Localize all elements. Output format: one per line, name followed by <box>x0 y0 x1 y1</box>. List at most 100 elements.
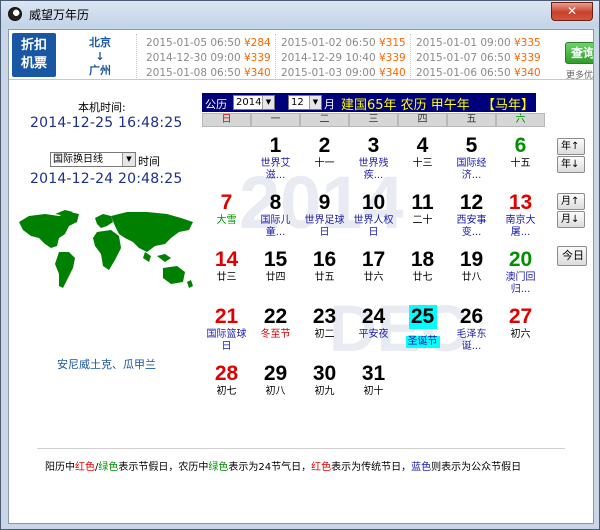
chevron-down-icon[interactable]: ▼ <box>122 153 135 166</box>
day-cell[interactable]: 20 澳门回归... <box>496 244 545 301</box>
weekday-saturday: 六 <box>496 113 545 127</box>
day-cell[interactable]: 9 世界足球日 <box>300 187 349 244</box>
day-cell[interactable]: 23 初二 <box>300 301 349 358</box>
flight-item: 2015-01-02 06:50 ¥315 <box>281 36 406 51</box>
day-cell[interactable]: 10 世界人权日 <box>349 187 398 244</box>
more-deals-link[interactable]: 更多优惠 <box>566 68 593 79</box>
day-number: 1 <box>269 134 282 157</box>
day-cell[interactable]: 5 国际经济... <box>447 130 496 187</box>
month-select[interactable]: 12 ▼ <box>288 95 322 110</box>
calendar-type-label: 公历 <box>205 98 227 111</box>
day-lunar-label: 廿三 <box>216 272 237 283</box>
day-lunar-label: 廿四 <box>265 272 286 283</box>
day-cell[interactable]: 13 南京大屠... <box>496 187 545 244</box>
flight-ticket-ad[interactable]: 折扣 机票 北京 ↓ 广州 2015-01-05 06:50 ¥284 2014… <box>9 30 593 80</box>
day-cell[interactable]: 6 十五 <box>496 130 545 187</box>
next-year-button[interactable]: 年↓ <box>557 156 585 173</box>
timezone-select[interactable]: 国际换日线 ▼ <box>50 152 136 167</box>
day-cell[interactable]: 2 十一 <box>300 130 349 187</box>
window-title: 威望万年历 <box>29 8 90 22</box>
prev-year-button[interactable]: 年↑ <box>557 138 585 155</box>
flight-price: ¥340 <box>513 67 541 79</box>
day-cell[interactable]: 25 圣诞节 <box>398 301 447 358</box>
day-lunar-label: 初八 <box>265 386 286 397</box>
flight-column-2[interactable]: 2015-01-02 06:50 ¥315 2014-12-29 10:40 ¥… <box>281 36 406 79</box>
day-number: 2 <box>318 134 331 157</box>
flight-time: 2014-12-29 10:40 <box>281 52 376 64</box>
day-lunar-label: 初十 <box>363 386 384 397</box>
day-number: 29 <box>263 362 288 385</box>
close-button[interactable]: ✕ <box>551 2 593 21</box>
title-bar[interactable]: 威望万年历 ✕ <box>1 1 599 27</box>
local-time-value: 2014-12-25 16:48:25 <box>30 115 183 131</box>
day-cell[interactable]: 24 平安夜 <box>349 301 398 358</box>
day-cell[interactable]: 19 廿八 <box>447 244 496 301</box>
day-cell[interactable]: 14 廿三 <box>202 244 251 301</box>
day-lunar-label: 廿六 <box>363 272 384 283</box>
flight-time: 2015-01-05 06:50 <box>146 37 241 49</box>
day-number: 7 <box>220 191 233 214</box>
client-area: 折扣 机票 北京 ↓ 广州 2015-01-05 06:50 ¥284 2014… <box>8 29 594 524</box>
calendar-grid: 1 世界艾滋... 2 十一 3 世界残疾... 4 十三 5 国际经济... 6 十五 7 大雪 8 国际儿… <box>202 130 548 420</box>
flight-item: 2014-12-30 09:00 ¥339 <box>146 51 271 66</box>
day-cell[interactable]: 12 西安事变... <box>447 187 496 244</box>
year-value: 2014 <box>236 97 262 108</box>
day-lunar-label: 廿五 <box>314 272 335 283</box>
day-number: 11 <box>411 191 434 214</box>
color-legend: 阳历中红色/绿色表示节假日，农历中绿色表示为24节气日，红色表示为传统节日，蓝色… <box>45 458 521 473</box>
day-cell[interactable]: 29 初八 <box>251 358 300 415</box>
prev-month-button[interactable]: 月↑ <box>557 193 585 210</box>
day-cell[interactable]: 15 廿四 <box>251 244 300 301</box>
flight-item: 2015-01-05 06:50 ¥284 <box>146 36 271 51</box>
day-cell[interactable]: 21 国际篮球日 <box>202 301 251 358</box>
day-cell[interactable]: 11 二十 <box>398 187 447 244</box>
flight-time: 2015-01-07 06:50 <box>416 52 511 64</box>
search-flights-button[interactable]: 查询 <box>565 42 593 64</box>
flight-price: ¥335 <box>513 37 541 49</box>
day-cell[interactable]: 17 廿六 <box>349 244 398 301</box>
weekday-header: 日 一 二 三 四 五 六 <box>202 113 548 127</box>
day-number: 10 <box>361 191 386 214</box>
flight-column-3[interactable]: 2015-01-01 09:00 ¥335 2015-01-07 06:50 ¥… <box>416 36 541 79</box>
day-cell[interactable]: 22 冬至节 <box>251 301 300 358</box>
day-cell[interactable]: 3 世界残疾... <box>349 130 398 187</box>
world-map[interactable] <box>15 208 199 294</box>
day-lunar-label: 初七 <box>216 386 237 397</box>
next-month-button[interactable]: 月↓ <box>557 211 585 228</box>
weekday-friday: 五 <box>447 113 496 127</box>
day-lunar-label: 国际经济... <box>456 158 487 181</box>
day-lunar-label: 廿八 <box>461 272 482 283</box>
day-cell[interactable]: 7 大雪 <box>202 187 251 244</box>
day-cell[interactable]: 1 世界艾滋... <box>251 130 300 187</box>
chevron-down-icon[interactable]: ▼ <box>262 96 274 109</box>
day-number: 16 <box>312 248 337 271</box>
day-cell[interactable]: 30 初九 <box>300 358 349 415</box>
flight-time: 2015-01-06 06:50 <box>416 67 511 79</box>
weekday-tuesday: 二 <box>300 113 349 127</box>
day-cell[interactable]: 4 十三 <box>398 130 447 187</box>
ticket-badge[interactable]: 折扣 机票 <box>12 33 56 77</box>
flight-item: 2014-12-29 10:40 ¥339 <box>281 51 406 66</box>
legend-part: 则表示为公众节假日 <box>431 462 522 473</box>
moon-icon <box>8 7 22 21</box>
year-select[interactable]: 2014 ▼ <box>233 95 275 110</box>
day-cell[interactable]: 18 廿七 <box>398 244 447 301</box>
flight-route[interactable]: 北京 ↓ 广州 <box>71 36 129 78</box>
day-number: 8 <box>269 191 282 214</box>
day-cell[interactable]: 28 初七 <box>202 358 251 415</box>
today-button[interactable]: 今日 <box>557 246 587 266</box>
separator <box>410 34 411 78</box>
day-cell[interactable]: 16 廿五 <box>300 244 349 301</box>
local-time-label: 本机时间: <box>78 101 126 114</box>
day-cell[interactable]: 8 国际儿童... <box>251 187 300 244</box>
zodiac-year: 【马年】 <box>482 98 535 113</box>
day-lunar-label: 平安夜 <box>358 329 389 340</box>
day-lunar-label: 十三 <box>412 158 433 169</box>
chevron-down-icon[interactable]: ▼ <box>309 96 321 109</box>
day-cell[interactable]: 26 毛泽东诞... <box>447 301 496 358</box>
weekday-thursday: 四 <box>398 113 447 127</box>
day-cell[interactable]: 31 初十 <box>349 358 398 415</box>
flight-column-1[interactable]: 2015-01-05 06:50 ¥284 2014-12-30 09:00 ¥… <box>146 36 271 79</box>
day-lunar-label: 世界艾滋... <box>260 158 291 181</box>
day-cell[interactable]: 27 初六 <box>496 301 545 358</box>
